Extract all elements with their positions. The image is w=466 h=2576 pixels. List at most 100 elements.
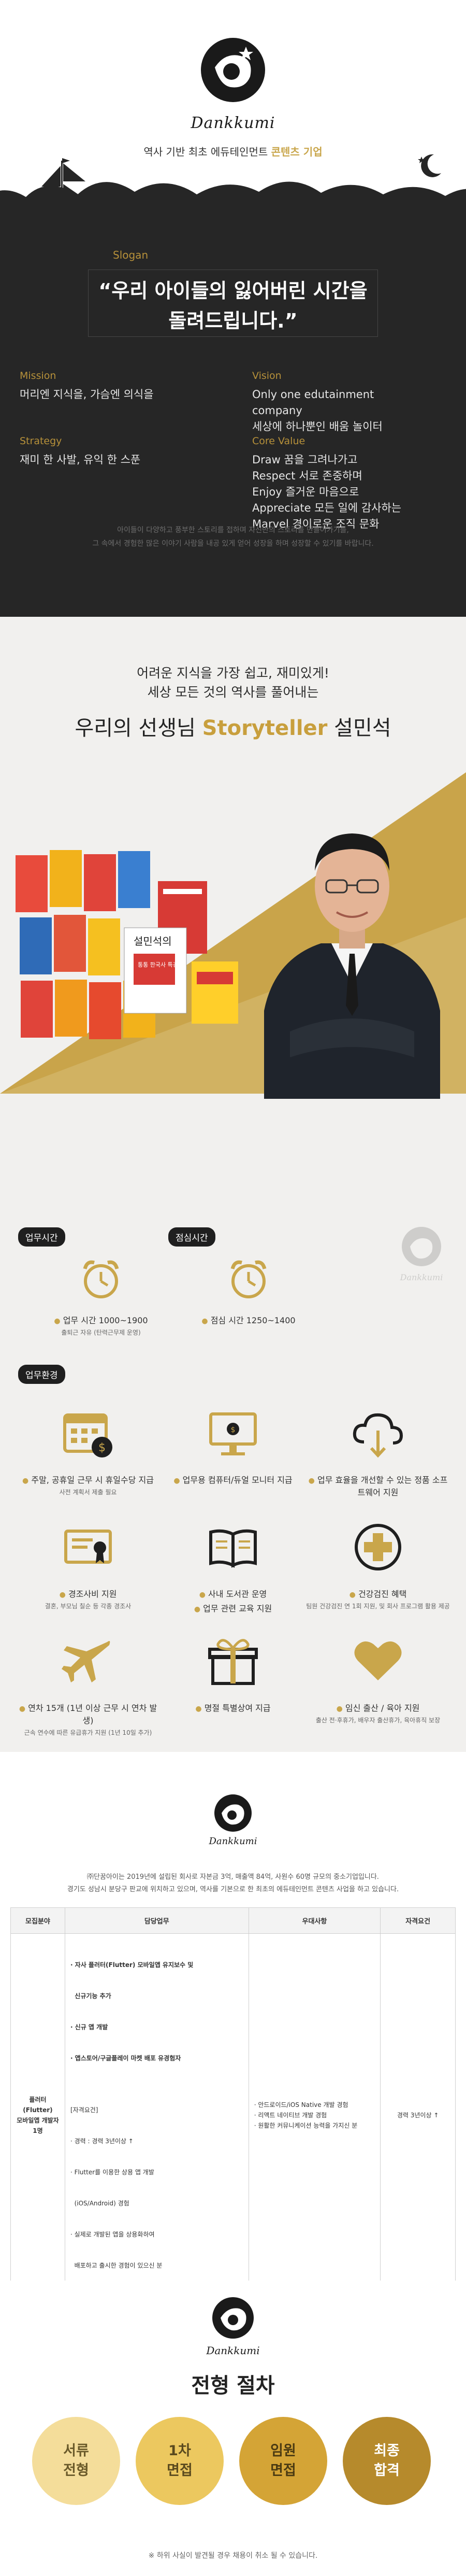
benefit-title-text: 업무용 컴퓨터/듀얼 모니터 지급 [182,1475,293,1485]
gift-box-icon [208,1639,258,1685]
work-hours-text: ● 업무 시간 1000~1900 [54,1315,148,1325]
benefit-sub: 결혼, 부모님 칠순 등 각종 경조사 [45,1603,132,1610]
family-event-item: ● 경조사비 지원 결혼, 부모님 칠순 등 각종 경조사 [16,1519,161,1611]
company-intro-line-1: ㈜단꿈아이는 2019년에 설립된 회사로 자본금 3억, 매출액 84억, 사… [87,1873,379,1881]
table-row: 플러터(Flutter) 모바일앱 개발자 1명 · 자사 플러터(Flutte… [10,1933,456,2297]
benefit-sub: 사전 계획서 제출 필요 [59,1489,117,1496]
column-header: 모집분야 [10,1907,65,1934]
benefit-title-text: 주말, 공휴일 근무 시 휴일수당 지급 [31,1475,154,1485]
process-step-4: 최종 합격 [343,2417,431,2505]
vision-label: Vision [252,370,282,381]
duty-line: (iOS/Android) 경험 [70,2200,129,2207]
story-title-suffix: 설민석 [334,716,391,740]
column-header: 우대사항 [248,1907,381,1934]
cloud-download-icon [353,1413,403,1458]
holiday-bonus-item: ● 명절 특별상여 지급 [161,1633,305,1716]
preference-line: · 원활한 커뮤니케이션 능력을 가지신 분 [254,2122,358,2129]
ship-icon [31,158,93,215]
table-header-row: 모집분야 담당업무 우대사항 자격요건 [10,1907,456,1934]
brand-wordmark: Dankkumi [191,114,275,132]
alarm-clock-icon [83,1260,119,1298]
recruit-logo-word: Dankkumi [209,1836,257,1847]
core-value-item: Appreciate 모든 일에 감사하는 [252,502,402,514]
core-value-item: Enjoy 즐거운 마음으로 [252,486,359,498]
vision-line-2: 세상에 하나뿐인 배움 놀이터 [252,420,383,433]
step-label: 최종 [374,2443,400,2459]
process-step-1: 서류 전형 [32,2417,120,2505]
duty-line: · 경력 : 경력 3년이상 ↑ [70,2138,134,2145]
benefit-title-text: 임신 출산 / 육아 지원 [345,1703,420,1713]
company-intro: ㈜단꿈아이는 2019년에 설립된 회사로 자본금 3억, 매출액 84억, 사… [21,1871,445,1896]
duties-cell: · 자사 플러터(Flutter) 모바일앱 유지보수 및 신규기능 추가 · … [64,1933,249,2297]
duty-line: · 자사 플러터(Flutter) 모바일앱 유지보수 및 [70,1961,194,1969]
benefit-title: ● 임신 출산 / 육아 지원 [336,1703,420,1713]
core-value-item: Respect 서로 존중하며 [252,470,362,482]
software-item: ● 업무 효율을 개선할 수 있는 정품 소프트웨어 지원 [305,1405,450,1500]
work-hours-sub: 출퇴근 자유 (탄력근무제 운영) [61,1329,141,1336]
benefit-title: ● 업무용 컴퓨터/듀얼 모니터 지급 [173,1475,293,1485]
preference-line: · 리액트 네이티브 개발 경험 [254,2112,327,2119]
lunch-hours-text: ● 점심 시간 1250~1400 [201,1315,296,1325]
benefit-title-text: 업무 관련 교육 지원 [203,1604,272,1613]
benefits-section: Dankkumi 업무시간 점심시간 ● 업무 시간 1000~1900 출퇴근… [0,1177,466,1752]
story-title: 우리의 선생님 Storyteller 설민석 [0,711,466,741]
storyteller-section: 어려운 지식을 가장 쉽고, 재미있게! 세상 모든 것의 역사를 풀어내는 우… [0,617,466,1177]
benefit-title-text: 경조사비 지원 [68,1589,117,1599]
book-title-text: 설민석의 [134,935,172,947]
recruit-section: Dankkumi ㈜단꿈아이는 2019년에 설립된 회사로 자본금 3억, 매… [0,1752,466,2297]
preference-line: · 안드로이드/iOS Native 개발 경험 [254,2101,348,2108]
process-step-2: 1차 면접 [136,2417,224,2505]
work-hours-badge: 업무시간 [18,1227,65,1247]
work-hours-item: ● 업무 시간 1000~1900 출퇴근 자유 (탄력근무제 운영) [49,1255,153,1337]
benefit-title-text: 명절 특별상여 지급 [204,1703,271,1713]
benefit-title: ● 건강검진 혜택 [349,1589,407,1599]
story-intro-line-2: 세상 모든 것의 역사를 풀어내는 [147,685,319,700]
library-item: ● 사내 도서관 운영 ● 업무 관련 교육 지원 [161,1519,305,1614]
step-label: 면접 [167,2462,193,2479]
vision-line-1: Only one edutainment company [252,388,374,417]
mission-label: Mission [20,370,56,381]
duty-line: 배포하고 출시한 경험이 있으신 분 [70,2262,163,2269]
benefit-sub: 팀원 건강검진 연 1회 지원, 및 회사 프로그램 활용 제공 [306,1603,450,1610]
core-value-label: Core Value [252,435,305,447]
process-title: 전형 절차 [191,2374,275,2398]
hiring-process-section: Dankkumi 전형 절차 서류 전형 1차 면접 임원 면접 최종 합격 ※… [0,2281,466,2576]
benefit-title-text: 건강검진 혜택 [358,1589,407,1599]
duty-line: · 앱스토어/구글플레이 마켓 배포 유경험자 [70,2055,181,2062]
duty-line: 신규기능 추가 [70,1992,111,2000]
preferences-cell: · 안드로이드/iOS Native 개발 경험 · 리액트 네이티브 개발 경… [248,1933,381,2297]
story-title-highlight: Storyteller [202,716,328,740]
step-label: 합격 [374,2462,400,2479]
job-field-line: 플러터(Flutter) [23,2096,53,2114]
slogan-line-1: “우리 아이들의 잃어버린 시간을 [98,279,368,302]
holiday-pay-item: $ ● 주말, 공휴일 근무 시 휴일수당 지급 사전 계획서 제출 필요 [16,1405,161,1497]
process-step-3: 임원 면접 [239,2417,327,2505]
duty-line: · 신규 앱 개발 [70,2023,108,2031]
column-header: 자격요건 [380,1907,456,1934]
book-sub-text: 통통 한국사 특강 [138,961,178,968]
story-intro-line-1: 어려운 지식을 가장 쉽고, 재미있게! [137,666,329,681]
step-label: 1차 [168,2443,191,2459]
strategy-label: Strategy [20,435,62,447]
duty-line: · Flutter를 이용한 상용 앱 개발 [70,2169,154,2176]
duty-line: · 실제로 개발된 앱을 상용화하여 [70,2231,155,2238]
tagline-prefix: 역사 기반 최초 에듀테인먼트 [143,146,268,158]
benefit-title-2: ● 업무 관련 교육 지원 [194,1604,272,1613]
page: Dankkumi 역사 기반 최초 에듀테인먼트 콘텐츠 기업 Slogan “… [0,0,466,2576]
core-value-item: Draw 꿈을 그려나가고 [252,454,358,466]
environment-badge: 업무환경 [18,1365,65,1384]
airplane-icon [62,1641,110,1682]
certificate-icon [64,1530,112,1564]
benefit-title-text: 업무 효율을 개선할 수 있는 정품 소프트웨어 지원 [317,1475,448,1497]
benefit-sub: 근속 연수에 따른 유급휴가 지원 (1년 10일 추가) [24,1729,152,1736]
process-note: ※ 하위 사실이 발견될 경우 채용이 취소 될 수 있습니다. [148,2552,318,2560]
hero-section: Dankkumi 역사 기반 최초 에듀테인먼트 콘텐츠 기업 Slogan “… [0,0,466,617]
job-field-cell: 플러터(Flutter) 모바일앱 개발자 1명 [10,1933,65,2297]
job-field-line: 1명 [33,2127,43,2134]
lunch-hours-item: ● 점심 시간 1250~1400 [197,1255,300,1326]
story-title-prefix: 우리의 선생님 [75,716,196,740]
step-label: 서류 [63,2443,89,2459]
strategy-text: 재미 한 사발, 유익 한 스푼 [20,454,141,466]
heart-icon [354,1641,402,1680]
requirement-cell: 경력 3년이상 ↑ [380,1933,456,2297]
